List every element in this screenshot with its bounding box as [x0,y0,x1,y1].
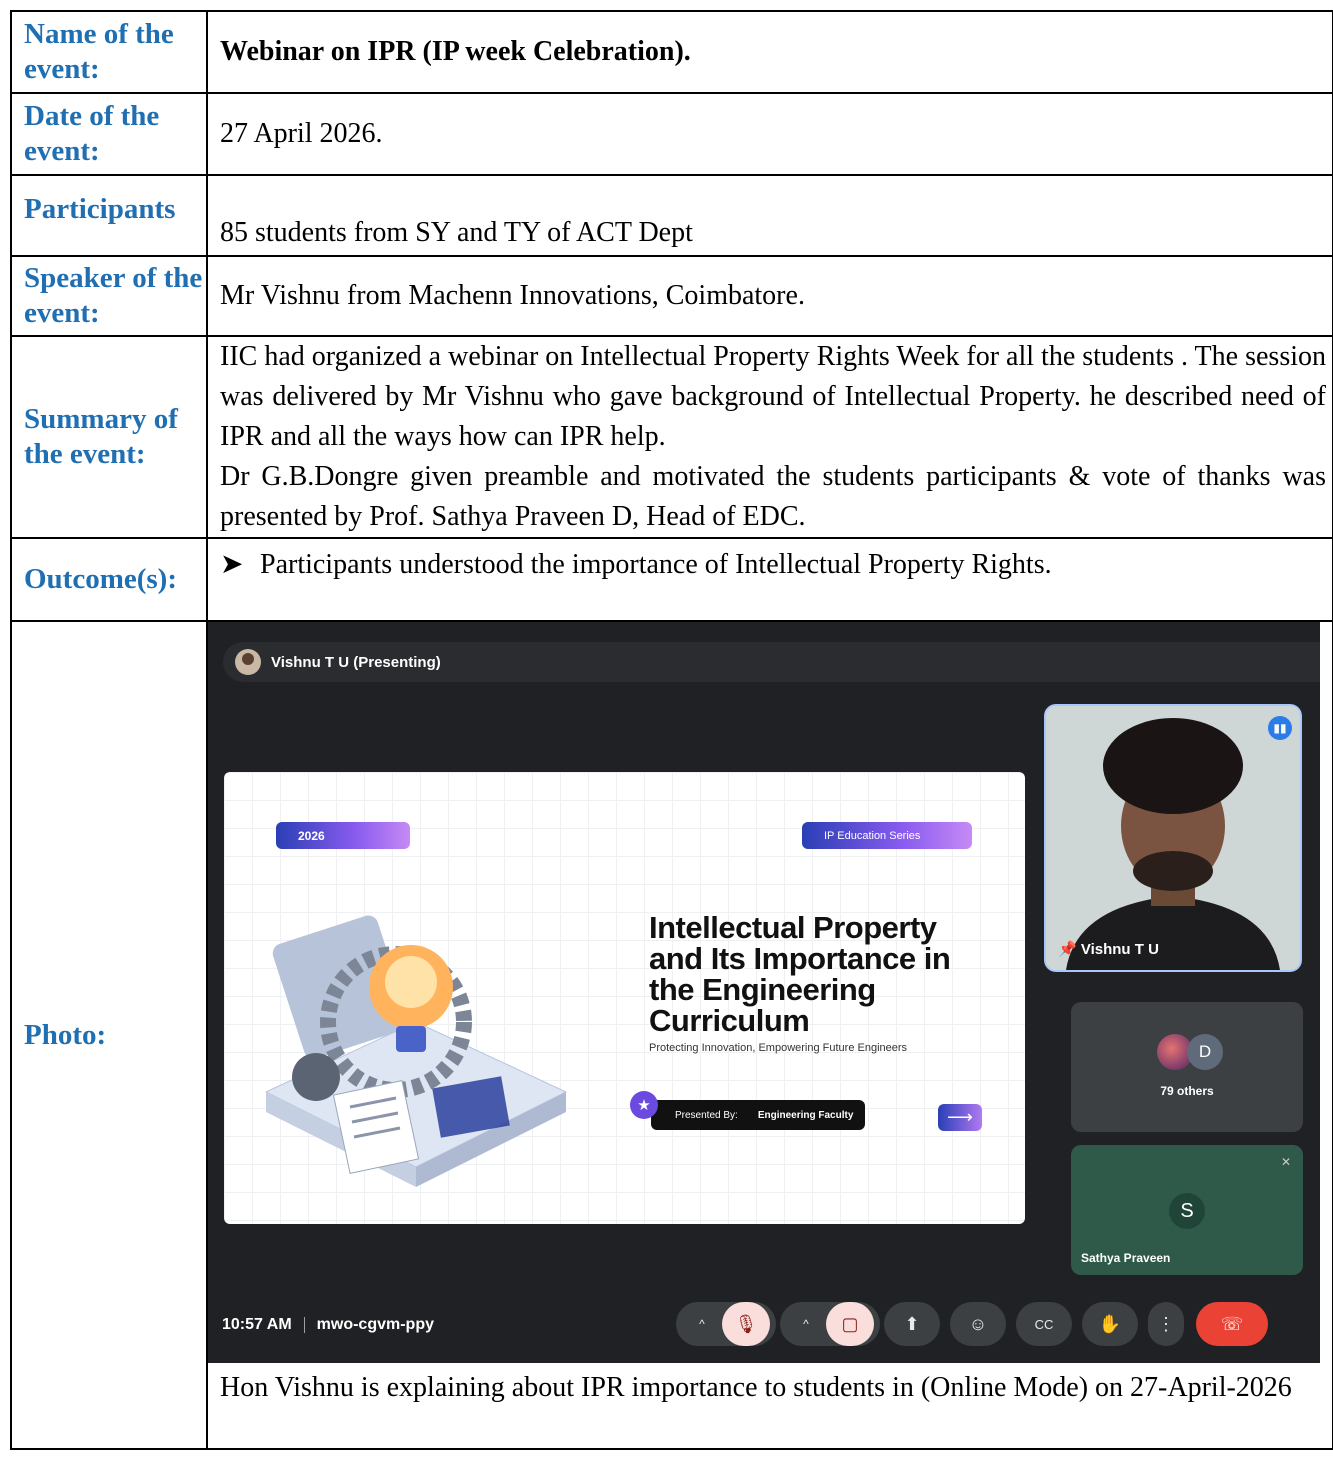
chevron-up-icon[interactable]: ^ [786,1317,826,1331]
slide-year-pill: 2026 [276,822,410,849]
label-photo: Photo: [10,620,208,1450]
summary-paragraph-1: IIC had organized a webinar on Intellect… [220,341,1326,452]
presented-by-badge: Presented By: Engineering Faculty [651,1100,865,1130]
participant-tile-sathya[interactable]: ✕ S Sathya Praveen [1071,1145,1303,1275]
main-video-tile[interactable]: ▮▮ 📌 Vishnu T U [1044,704,1302,972]
row-name: Name of the event: Webinar on IPR (IP we… [10,10,1333,94]
summary-paragraph-2: Dr G.B.Dongre given preamble and motivat… [220,461,1326,532]
pin-icon[interactable]: 📌 [1058,941,1077,958]
mic-off-icon: ✕ [1280,1155,1291,1169]
star-icon: ★ [630,1091,658,1119]
raise-hand-icon[interactable]: ✋ [1082,1302,1138,1346]
present-icon[interactable]: ⬆ [884,1302,940,1346]
mic-control[interactable]: ^ 🎙 [676,1302,776,1346]
main-tile-name-text: Vishnu T U [1080,941,1159,958]
camera-control[interactable]: ^ ▢ [780,1302,880,1346]
label-outcome: Outcome(s): [10,537,208,622]
slide-title: Intellectual Property and Its Importance… [649,910,951,1038]
more-icon[interactable]: ⋮ [1148,1302,1184,1346]
others-avatars: D [1157,1034,1223,1070]
avatar-initial: S [1169,1193,1205,1229]
label-name: Name of the event: [10,10,208,94]
avatar-initial: D [1187,1034,1223,1070]
presented-by-value: Engineering Faculty [757,1109,854,1121]
summary-value: IIC had organized a webinar on Intellect… [206,335,1333,539]
end-call-icon[interactable]: ☏ [1196,1302,1268,1346]
event-report-table: Name of the event: Webinar on IPR (IP we… [10,10,1333,1450]
presentation-slide: 2026 IP Education Series Intellectual Pr… [224,772,1025,1224]
captions-icon[interactable]: CC [1016,1302,1072,1346]
row-date: Date of the event: 27 April 2026. [10,92,1333,176]
speaker-video [1046,706,1300,970]
label-date: Date of the event: [10,92,208,176]
camera-off-icon[interactable]: ▢ [826,1302,874,1346]
row-participants: Participants 85 students from SY and TY … [10,174,1333,257]
presenting-banner: Vishnu T U (Presenting) [223,642,1320,682]
label-summary: Summary of the event: [10,335,208,539]
outcome-value: ➤ Participants understood the importance… [206,537,1333,622]
emoji-icon[interactable]: ☺ [950,1302,1006,1346]
avatar [235,649,261,675]
presented-by-label: Presented By: [675,1109,738,1121]
photo-cell: Vishnu T U (Presenting) 2026 IP Educatio… [206,620,1333,1450]
speaking-icon: ▮▮ [1268,716,1292,740]
row-speaker: Speaker of the event: Mr Vishnu from Mac… [10,255,1333,337]
slide-series-pill: IP Education Series [802,822,972,849]
event-name: Webinar on IPR (IP week Celebration). [206,10,1333,94]
lightbulb-gear-illustration [264,915,568,1187]
meet-screenshot: Vishnu T U (Presenting) 2026 IP Educatio… [208,622,1320,1363]
main-tile-name: 📌 Vishnu T U [1058,940,1159,958]
row-outcome: Outcome(s): ➤ Participants understood th… [10,537,1333,622]
meet-control-bar: 10:57 AM mwo-cgvm-ppy ^ 🎙 ^ ▢ ⬆ ☺ CC ✋ ⋮ [208,1292,1320,1352]
participants-value: 85 students from SY and TY of ACT Dept [206,174,1333,257]
label-participants: Participants [10,174,208,257]
event-date: 27 April 2026. [206,92,1333,176]
meeting-info: 10:57 AM mwo-cgvm-ppy [222,1316,434,1334]
mic-off-icon[interactable]: 🎙 [722,1302,770,1346]
others-tile[interactable]: D 79 others [1071,1002,1303,1132]
outcome-item: Participants understood the importance o… [260,549,1052,580]
row-photo: Photo: Vishnu T U (Presenting) 2026 IP E… [10,620,1333,1450]
arrow-right-icon: ⟶ [938,1104,982,1131]
photo-caption: Hon Vishnu is explaining about IPR impor… [220,1372,1292,1403]
slide-subtitle: Protecting Innovation, Empowering Future… [649,1042,908,1054]
participant-name: Sathya Praveen [1081,1251,1171,1265]
chevron-up-icon[interactable]: ^ [682,1317,722,1331]
label-speaker: Speaker of the event: [10,255,208,337]
meeting-time: 10:57 AM [222,1316,292,1333]
others-count: 79 others [1160,1084,1214,1098]
arrow-bullet-icon: ➤ [220,549,244,580]
presenter-name: Vishnu T U (Presenting) [271,653,441,671]
speaker-value: Mr Vishnu from Machenn Innovations, Coim… [206,255,1333,337]
meeting-code: mwo-cgvm-ppy [316,1316,434,1333]
row-summary: Summary of the event: IIC had organized … [10,335,1333,539]
